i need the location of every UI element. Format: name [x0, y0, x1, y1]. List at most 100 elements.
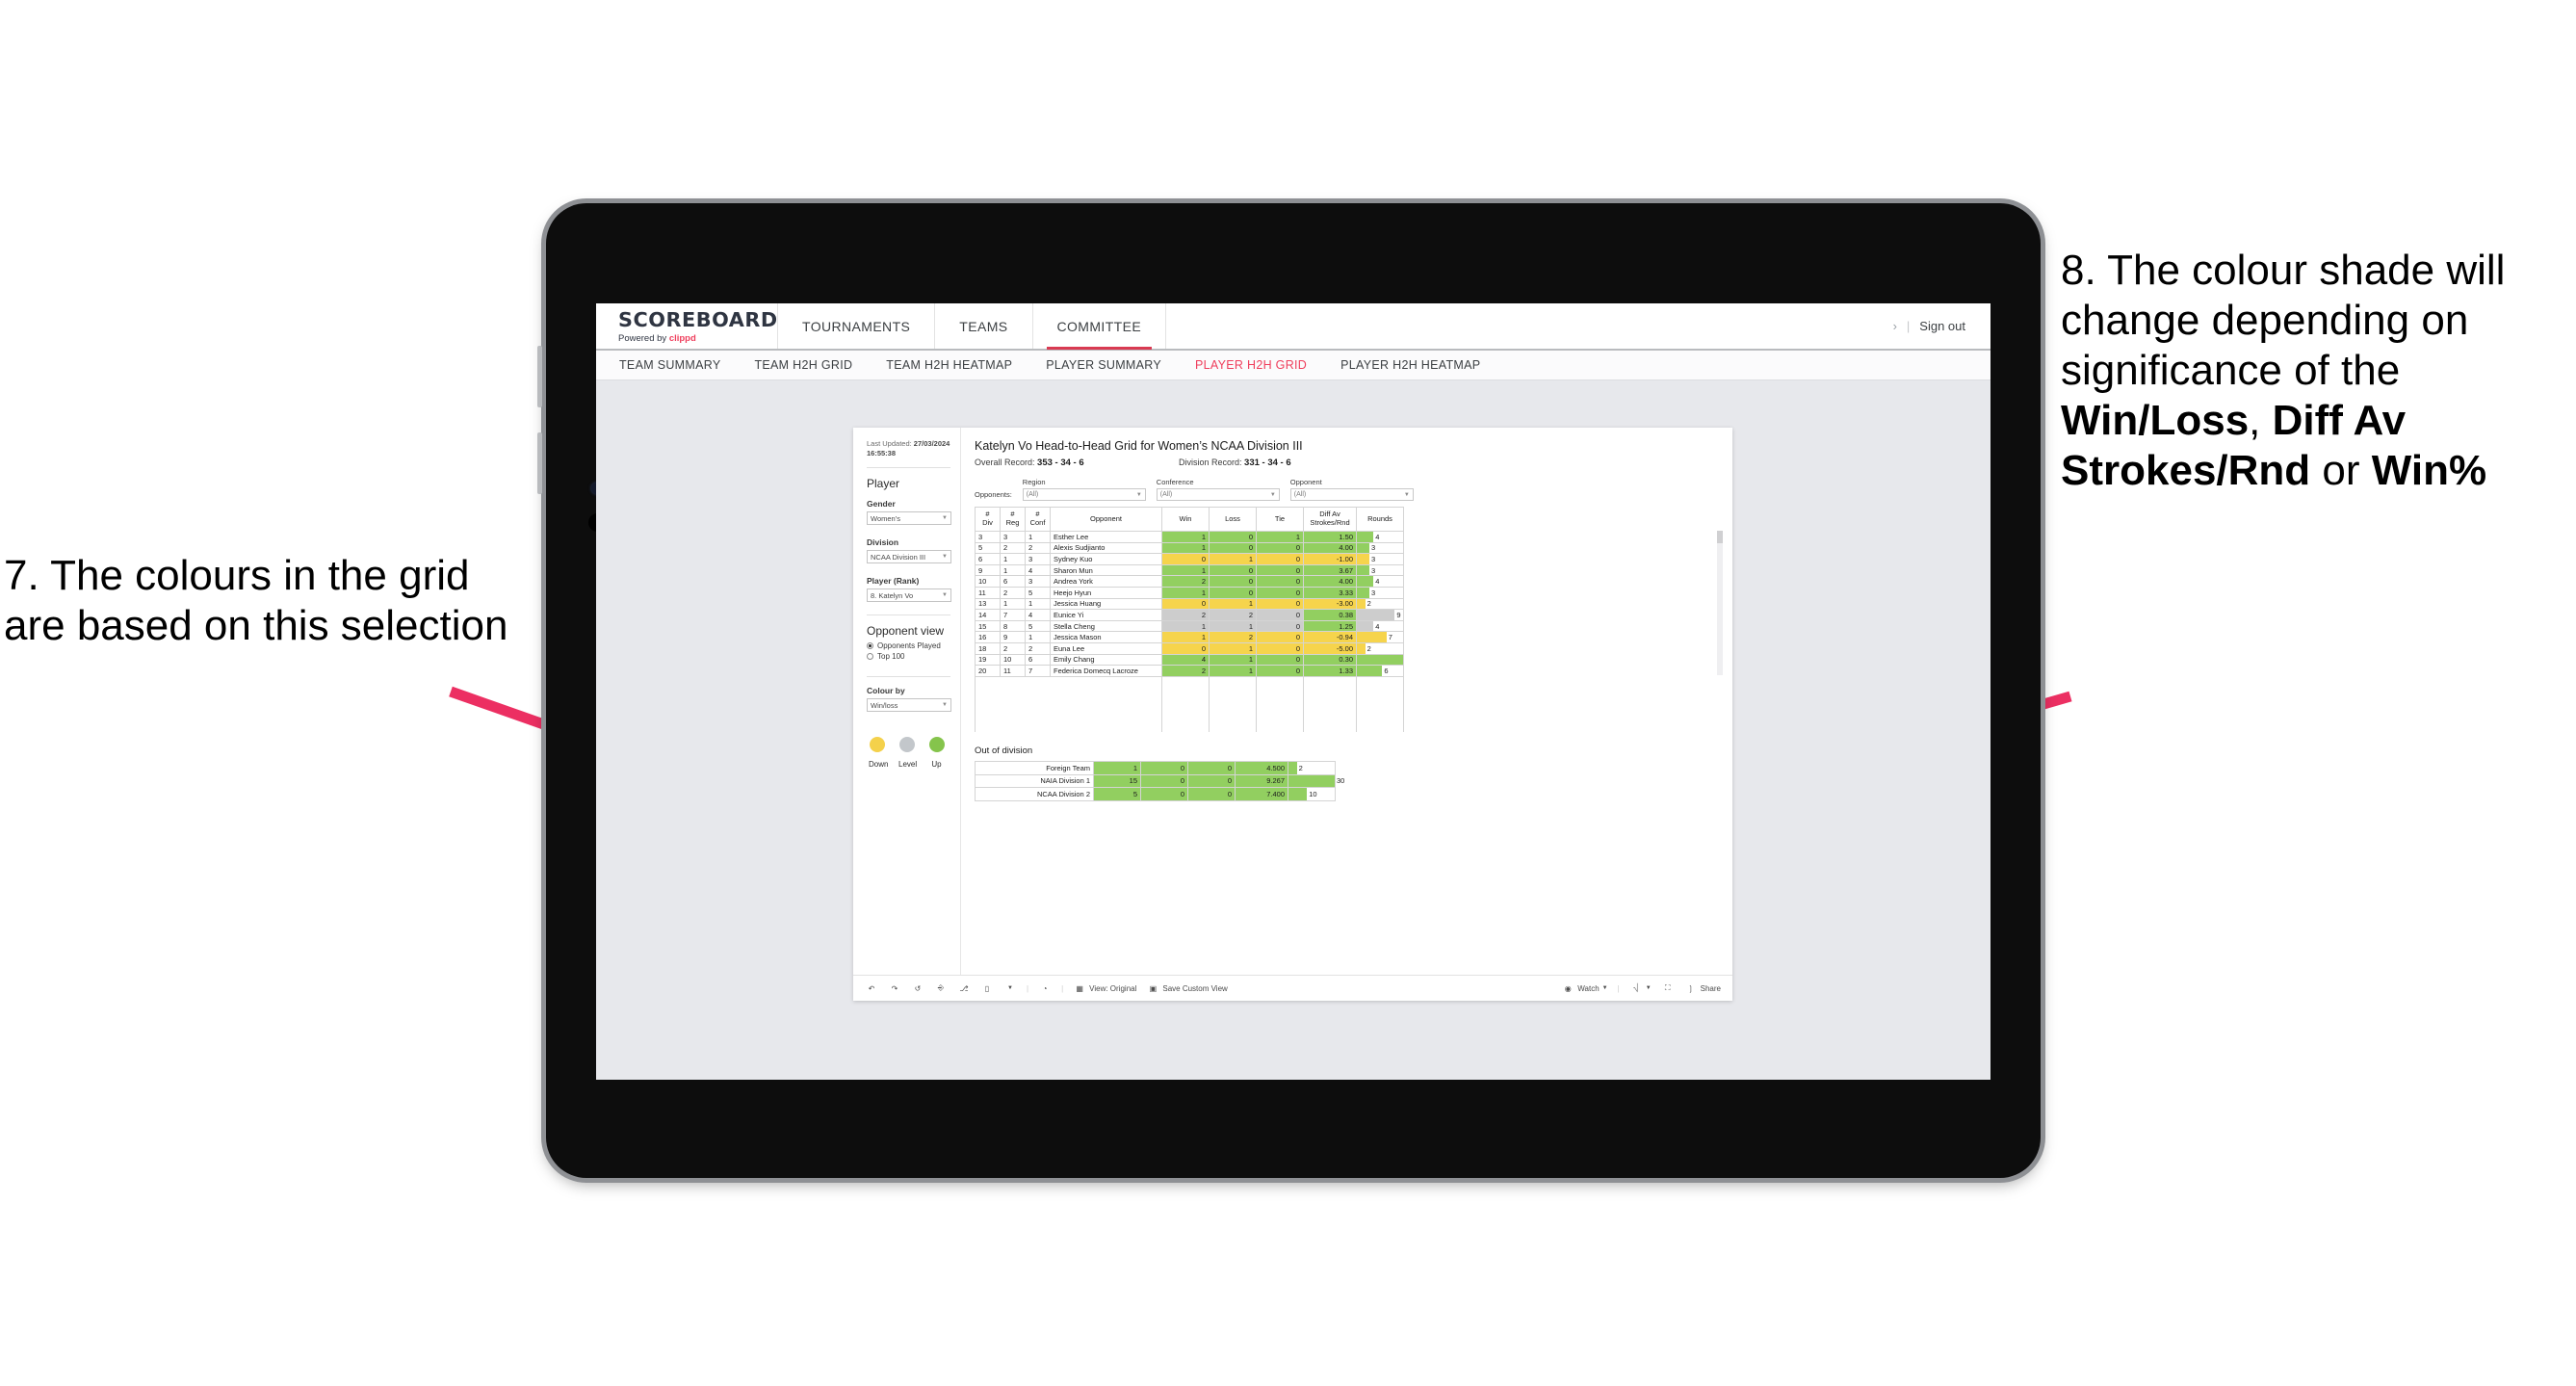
division-value: NCAA Division III	[871, 552, 926, 562]
table-row[interactable]: 9 1 4 Sharon Mun 1 0 0 3.67 3	[975, 563, 1404, 577]
cell-diff-av-strokes: 1.33	[1303, 665, 1357, 677]
table-row[interactable]: 10 6 3 Andrea York 2 0 0 4.00 4	[975, 575, 1404, 588]
undo-icon[interactable]: ↶	[865, 981, 878, 995]
save-view-icon: ▣	[1149, 983, 1158, 993]
fullscreen-icon[interactable]: ⛶	[1661, 981, 1675, 995]
col-header-reg: # Reg	[1000, 507, 1026, 532]
redo-icon[interactable]: ↷	[888, 981, 901, 995]
table-row[interactable]: 3 3 1 Esther Lee 1 0 1 1.50 4	[975, 531, 1404, 543]
view-original-button[interactable]: ▦ View: Original	[1073, 981, 1136, 995]
colour-by-label: Colour by	[867, 686, 905, 696]
opponent-select[interactable]: (All) ▼	[1289, 488, 1414, 501]
subnav-player-h2h-grid[interactable]: PLAYER H2H GRID	[1195, 358, 1307, 372]
records-row: Overall Record: 353 - 34 - 6 Division Re…	[975, 458, 1717, 468]
cell-diff-av-strokes: 4.00	[1303, 575, 1357, 588]
pause-auto-update-icon[interactable]: ⎇	[957, 981, 971, 995]
cell-loss: 2	[1209, 609, 1257, 621]
annotation-8-lead: 8. The colour shade will change dependin…	[2061, 247, 2506, 394]
player-rank-select[interactable]: 8. Katelyn Vo ▼	[867, 588, 951, 603]
table-row[interactable]: 18 2 2 Euna Lee 0 1 0 -5.00 2	[975, 641, 1404, 655]
radio-opponents-played[interactable]: Opponents Played	[867, 641, 960, 650]
conference-value: (All)	[1159, 491, 1173, 498]
cell-reg: 2	[1000, 586, 1026, 599]
vertical-scrollbar-track[interactable]	[1717, 531, 1723, 675]
division-record-value: 331 - 34 - 6	[1244, 458, 1291, 468]
table-row[interactable]: 13 1 1 Jessica Huang 0 1 0 -3.00 2	[975, 597, 1404, 611]
chevron-right-icon[interactable]: ›	[1893, 319, 1897, 333]
cell-loss: 0	[1209, 575, 1257, 588]
cell-rounds: 11	[1356, 653, 1404, 667]
last-updated: Last Updated: 27/03/2024 16:55:38	[867, 439, 955, 458]
share-icon: ❳	[1687, 983, 1694, 993]
cell-conf: 1	[1025, 597, 1051, 611]
table-row[interactable]: 6 1 3 Sydney Kuo 0 1 0 -1.00 3	[975, 553, 1404, 565]
logo-wordmark: SCOREBOARD	[618, 308, 778, 331]
watch-button[interactable]: ◉ Watch ▼	[1561, 981, 1608, 995]
cell-loss: 1	[1209, 641, 1257, 655]
cell-loss: 0	[1140, 773, 1188, 789]
table-row[interactable]: 16 9 1 Jessica Mason 1 2 0 -0.94 7	[975, 631, 1404, 643]
cell-opponent: Heejo Hyun	[1050, 586, 1162, 599]
save-custom-view-button[interactable]: ▣ Save Custom View	[1146, 981, 1228, 995]
subnav-team-h2h-grid[interactable]: TEAM H2H GRID	[754, 358, 852, 372]
chevron-down-icon: ▼	[942, 592, 948, 599]
highlight-icon[interactable]: ◔	[1038, 981, 1052, 995]
nav-committee[interactable]: COMMITTEE	[1033, 303, 1167, 350]
share-button[interactable]: ❳ Share	[1684, 981, 1721, 995]
player-rank-filter: Player (Rank) 8. Katelyn Vo ▼	[867, 576, 960, 603]
cell-rounds: 3	[1356, 553, 1404, 565]
table-row[interactable]: 19106Emily Chang4100.3011	[975, 653, 1404, 667]
subnav-team-summary[interactable]: TEAM SUMMARY	[619, 358, 720, 372]
legend-label-level: Level	[898, 760, 918, 770]
region-select[interactable]: (All) ▼	[1022, 488, 1146, 501]
player-section-title: Player	[867, 477, 900, 491]
opponent-view-title: Opponent view	[867, 624, 945, 639]
cell-group-name: Foreign Team	[975, 761, 1094, 775]
download-button[interactable]: ⎷ ▼	[1629, 981, 1652, 995]
nav-tournaments[interactable]: TOURNAMENTS	[778, 303, 936, 349]
chevron-down-icon[interactable]: ▼	[1003, 981, 1017, 995]
table-row[interactable]: 20 11 7 Federica Domecq Lacroze 2 1 0 1.33 6	[975, 665, 1404, 677]
radio-icon	[867, 653, 873, 661]
division-select[interactable]: NCAA Division III ▼	[867, 550, 951, 564]
cell-diff-av-strokes: -0.94	[1303, 631, 1357, 643]
dashboard-card: Last Updated: 27/03/2024 16:55:38 Player…	[853, 428, 1732, 1001]
subnav-player-h2h-heatmap[interactable]: PLAYER H2H HEATMAP	[1340, 358, 1480, 372]
table-row[interactable]: 14 7 4 Eunice Yi 2 2 0 0.38 9	[975, 609, 1404, 621]
annotation-8-mid2: or	[2310, 446, 2372, 494]
colour-by-select[interactable]: Win/loss ▼	[867, 698, 951, 713]
device-layout-icon[interactable]: ▯	[980, 981, 994, 995]
division-filter: Division NCAA Division III ▼	[867, 537, 960, 564]
radio-top-100[interactable]: Top 100	[867, 652, 960, 661]
player-rank-value: 8. Katelyn Vo	[871, 590, 914, 600]
cell-opponent: Stella Cheng	[1050, 619, 1162, 633]
annotation-7-text: 7. The colours in the grid are based on …	[4, 552, 508, 649]
table-row[interactable]: 11 2 5 Heejo Hyun 1 0 0 3.33 3	[975, 586, 1404, 599]
cell-tie: 0	[1256, 665, 1304, 677]
table-row[interactable]: NAIA Division 1 15 0 0 9.267 30	[975, 773, 1344, 789]
table-row[interactable]: 5 2 2 Alexis Sudjianto 1 0 0 4.00 3	[975, 541, 1404, 555]
cell-win: 5	[1093, 787, 1141, 801]
table-row[interactable]: Foreign Team 1 0 0 4.500 2	[975, 761, 1336, 775]
col-header-conf: # Conf	[1025, 507, 1051, 532]
nav-teams[interactable]: TEAMS	[935, 303, 1033, 349]
table-row[interactable]: 15 8 5 Stella Cheng 1 1 0 1.25 4	[975, 619, 1404, 633]
divider	[867, 676, 950, 678]
vertical-scrollbar-thumb[interactable]	[1717, 531, 1723, 543]
legend-dot-level	[898, 737, 915, 753]
cell-loss: 0	[1140, 787, 1188, 801]
subnav-player-summary[interactable]: PLAYER SUMMARY	[1046, 358, 1161, 372]
app-logo[interactable]: SCOREBOARD Powered by clippd	[596, 303, 778, 349]
refresh-data-icon[interactable]: ⎆	[934, 981, 948, 995]
sign-out-link[interactable]: Sign out	[1919, 319, 1965, 333]
cell-conf: 1	[1025, 631, 1051, 643]
cell-rounds: 7	[1356, 631, 1404, 643]
cell-win: 1	[1161, 531, 1210, 543]
conference-select[interactable]: (All) ▼	[1156, 488, 1280, 501]
revert-icon[interactable]: ↺	[911, 981, 924, 995]
gender-select[interactable]: Women’s ▼	[867, 511, 951, 526]
cell-group-name: NCAA Division 2	[975, 787, 1094, 801]
subnav-team-h2h-heatmap[interactable]: TEAM H2H HEATMAP	[886, 358, 1012, 372]
table-row[interactable]: NCAA Division 2 5 0 0 7.400 10	[975, 787, 1336, 801]
cell-conf: 2	[1025, 641, 1051, 655]
